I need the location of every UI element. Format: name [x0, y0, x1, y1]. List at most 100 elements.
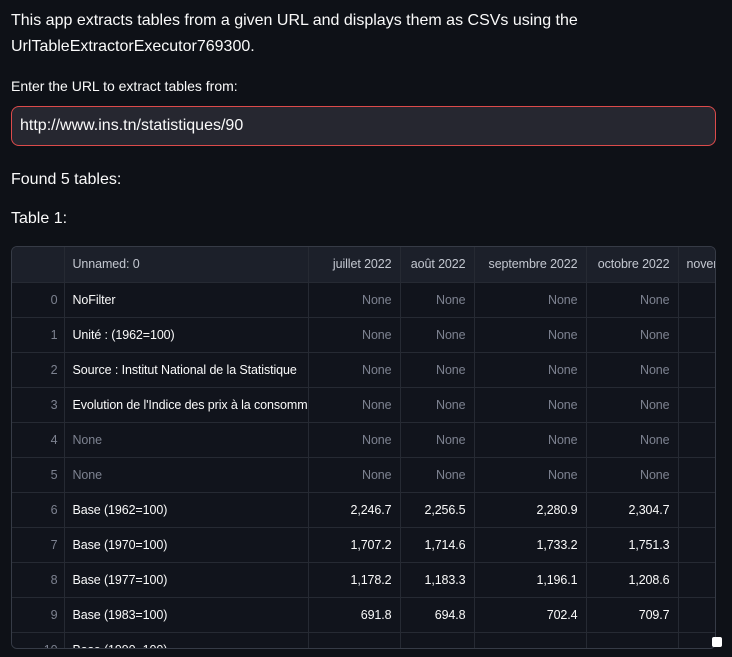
column-header[interactable]: septembre 2022 [474, 247, 586, 282]
column-header[interactable]: octobre 2022 [586, 247, 678, 282]
table-cell[interactable] [400, 632, 474, 649]
row-index-cell[interactable]: 8 [12, 562, 64, 597]
table-cell[interactable]: 694.8 [400, 597, 474, 632]
row-index-cell[interactable]: 9 [12, 597, 64, 632]
table-cell[interactable]: 709.7 [586, 597, 678, 632]
table-row: 9Base (1983=100)691.8694.8702.4709.7 [12, 597, 715, 632]
table-cell[interactable]: Base (1990=100) [64, 632, 308, 649]
table-cell[interactable]: 1,196.1 [474, 562, 586, 597]
table-cell[interactable] [586, 632, 678, 649]
table-cell[interactable]: None [308, 317, 400, 352]
table-row: 6Base (1962=100)2,246.72,256.52,280.92,3… [12, 492, 715, 527]
table-cell[interactable]: Evolution de l'Indice des prix à la cons… [64, 387, 308, 422]
column-header[interactable]: août 2022 [400, 247, 474, 282]
table-cell[interactable]: None [308, 282, 400, 317]
table-resize-handle-icon[interactable] [712, 637, 722, 647]
row-index-cell[interactable]: 2 [12, 352, 64, 387]
table-cell[interactable]: None [474, 282, 586, 317]
table-cell[interactable]: Base (1962=100) [64, 492, 308, 527]
table-cell[interactable]: None [586, 422, 678, 457]
row-index-cell[interactable]: 4 [12, 422, 64, 457]
table-cell[interactable]: None [474, 457, 586, 492]
table-cell[interactable] [678, 387, 715, 422]
table-cell[interactable] [678, 527, 715, 562]
page: This app extracts tables from a given UR… [0, 0, 732, 649]
table-cell[interactable]: 2,304.7 [586, 492, 678, 527]
row-index-cell[interactable]: 3 [12, 387, 64, 422]
table-cell[interactable] [474, 632, 586, 649]
column-header[interactable]: novembre 2022 [678, 247, 715, 282]
table-cell[interactable]: Base (1983=100) [64, 597, 308, 632]
table-cell[interactable]: 702.4 [474, 597, 586, 632]
table-cell[interactable]: None [400, 352, 474, 387]
table-cell[interactable]: Unité : (1962=100) [64, 317, 308, 352]
table-cell[interactable]: None [586, 352, 678, 387]
table-cell[interactable] [678, 457, 715, 492]
url-input[interactable] [11, 106, 716, 146]
table-cell[interactable]: None [400, 282, 474, 317]
table-row: 3Evolution de l'Indice des prix à la con… [12, 387, 715, 422]
table-cell[interactable]: None [64, 422, 308, 457]
table-cell[interactable]: None [308, 422, 400, 457]
app-description: This app extracts tables from a given UR… [11, 8, 716, 60]
table-cell[interactable] [678, 492, 715, 527]
table-row: 8Base (1977=100)1,178.21,183.31,196.11,2… [12, 562, 715, 597]
table-cell[interactable]: None [586, 457, 678, 492]
table-cell[interactable]: None [308, 387, 400, 422]
table-cell[interactable]: None [586, 282, 678, 317]
header-row: Unnamed: 0juillet 2022août 2022septembre… [12, 247, 715, 282]
table-cell[interactable]: None [474, 317, 586, 352]
table-cell[interactable]: None [474, 422, 586, 457]
table-cell[interactable]: None [586, 317, 678, 352]
table-cell[interactable]: None [400, 317, 474, 352]
app-root: { "intro": { "text": "This app extracts … [0, 0, 732, 657]
table-cell[interactable]: 1,714.6 [400, 527, 474, 562]
row-index-cell[interactable]: 0 [12, 282, 64, 317]
table-cell[interactable] [678, 317, 715, 352]
table-cell[interactable]: 1,208.6 [586, 562, 678, 597]
table-cell[interactable]: None [400, 422, 474, 457]
table-cell[interactable] [678, 282, 715, 317]
table-cell[interactable]: 1,707.2 [308, 527, 400, 562]
table-cell[interactable] [678, 562, 715, 597]
row-index-cell[interactable]: 1 [12, 317, 64, 352]
row-index-cell[interactable]: 6 [12, 492, 64, 527]
table-cell[interactable]: None [308, 457, 400, 492]
row-index-cell[interactable]: 10 [12, 632, 64, 649]
table-cell[interactable]: 1,733.2 [474, 527, 586, 562]
row-index-cell[interactable]: 7 [12, 527, 64, 562]
dataframe-table: Unnamed: 0juillet 2022août 2022septembre… [12, 247, 715, 649]
table-cell[interactable]: NoFilter [64, 282, 308, 317]
table-cell[interactable]: None [400, 387, 474, 422]
table-cell[interactable]: None [474, 352, 586, 387]
table-cell[interactable]: 2,256.5 [400, 492, 474, 527]
table-cell[interactable]: 691.8 [308, 597, 400, 632]
column-header[interactable] [12, 247, 64, 282]
table-cell[interactable] [678, 632, 715, 649]
column-header[interactable]: juillet 2022 [308, 247, 400, 282]
table-cell[interactable]: Base (1977=100) [64, 562, 308, 597]
table-cell[interactable] [308, 632, 400, 649]
table-cell[interactable] [678, 352, 715, 387]
table-cell[interactable] [678, 597, 715, 632]
table-cell[interactable]: Base (1970=100) [64, 527, 308, 562]
row-index-cell[interactable]: 5 [12, 457, 64, 492]
table-cell[interactable] [678, 422, 715, 457]
table-row: 10Base (1990=100) [12, 632, 715, 649]
table-cell[interactable]: None [308, 352, 400, 387]
found-tables-text: Found 5 tables: [11, 170, 716, 190]
table-cell[interactable]: None [474, 387, 586, 422]
table-cell[interactable]: 2,280.9 [474, 492, 586, 527]
table-cell[interactable]: None [400, 457, 474, 492]
table-cell[interactable]: 1,751.3 [586, 527, 678, 562]
table-cell[interactable]: None [586, 387, 678, 422]
table-cell[interactable]: 2,246.7 [308, 492, 400, 527]
table-row: 4NoneNoneNoneNoneNone [12, 422, 715, 457]
url-input-label: Enter the URL to extract tables from: [11, 78, 716, 95]
table-cell[interactable]: Source : Institut National de la Statist… [64, 352, 308, 387]
column-header[interactable]: Unnamed: 0 [64, 247, 308, 282]
table-cell[interactable]: 1,183.3 [400, 562, 474, 597]
dataframe: Unnamed: 0juillet 2022août 2022septembre… [11, 246, 716, 649]
table-cell[interactable]: None [64, 457, 308, 492]
table-cell[interactable]: 1,178.2 [308, 562, 400, 597]
